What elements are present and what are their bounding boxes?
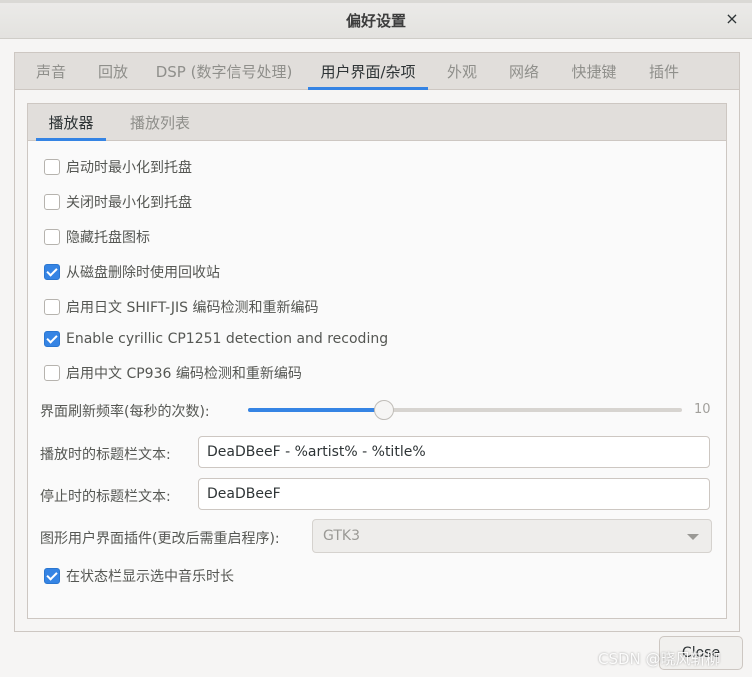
tab-playlist[interactable]: 播放列表: [122, 104, 198, 140]
main-tab-bar: 声音 回放 DSP (数字信号处理) 用户界面/杂项 外观 网络 快捷键 插件: [15, 53, 739, 90]
option-label: 启动时最小化到托盘: [66, 160, 192, 176]
slider-handle[interactable]: [374, 400, 394, 420]
option-use-trash[interactable]: 从磁盘删除时使用回收站: [44, 261, 220, 283]
option-label: 从磁盘删除时使用回收站: [66, 265, 220, 281]
checkbox[interactable]: [44, 299, 60, 315]
checkbox[interactable]: [44, 229, 60, 245]
slider-fill: [248, 408, 383, 412]
checkbox[interactable]: [44, 365, 60, 381]
checkbox[interactable]: [44, 194, 60, 210]
option-label: 关闭时最小化到托盘: [66, 195, 192, 211]
checkbox[interactable]: [44, 159, 60, 175]
option-label: 启用日文 SHIFT-JIS 编码检测和重新编码: [66, 300, 319, 316]
refresh-rate-label: 界面刷新频率(每秒的次数):: [40, 404, 210, 420]
refresh-rate-value: 10: [694, 402, 711, 417]
option-cp1251-recoding[interactable]: Enable cyrillic CP1251 detection and rec…: [44, 328, 388, 350]
refresh-rate-slider[interactable]: [248, 400, 682, 420]
window-title: 偏好设置: [345, 12, 406, 30]
chevron-down-icon: [687, 534, 699, 540]
checkbox-checked[interactable]: [44, 264, 60, 280]
option-label: 在状态栏显示选中音乐时长: [66, 569, 234, 585]
option-shift-jis-recoding[interactable]: 启用日文 SHIFT-JIS 编码检测和重新编码: [44, 296, 319, 318]
option-status-bar-duration[interactable]: 在状态栏显示选中音乐时长: [44, 565, 234, 587]
checkbox-checked[interactable]: [44, 568, 60, 584]
tab-playback[interactable]: 回放: [87, 53, 139, 89]
inner-tab-bar: 播放器 播放列表: [28, 104, 726, 141]
tab-appearance[interactable]: 外观: [437, 53, 487, 89]
playing-title-input[interactable]: [198, 436, 710, 468]
stopped-title-input[interactable]: [198, 478, 710, 510]
tab-dsp[interactable]: DSP (数字信号处理): [149, 53, 299, 89]
option-label: 隐藏托盘图标: [66, 230, 150, 246]
gui-plugin-value: GTK3: [323, 528, 360, 544]
close-window-icon[interactable]: ×: [722, 8, 742, 28]
gui-plugin-label: 图形用户界面插件(更改后需重启程序):: [40, 531, 280, 547]
preferences-window: 偏好设置 × 声音 回放 DSP (数字信号处理) 用户界面/杂项 外观 网络 …: [0, 0, 752, 677]
title-bar-top-strip: [0, 0, 752, 3]
option-label: Enable cyrillic CP1251 detection and rec…: [66, 331, 389, 347]
option-minimize-on-startup[interactable]: 启动时最小化到托盘: [44, 156, 192, 178]
checkbox-checked[interactable]: [44, 331, 60, 347]
gui-plugin-select[interactable]: GTK3: [312, 519, 712, 553]
option-cp936-recoding[interactable]: 启用中文 CP936 编码检测和重新编码: [44, 362, 302, 384]
tab-plugins[interactable]: 插件: [639, 53, 689, 89]
tab-gui-misc[interactable]: 用户界面/杂项: [308, 53, 428, 90]
playing-title-label: 播放时的标题栏文本:: [40, 447, 171, 463]
tab-hotkeys[interactable]: 快捷键: [561, 53, 627, 89]
option-minimize-on-close[interactable]: 关闭时最小化到托盘: [44, 191, 192, 213]
tab-player[interactable]: 播放器: [36, 104, 106, 141]
title-bar: 偏好设置 ×: [0, 0, 752, 39]
watermark-text: CSDN @晓风斩柳: [598, 650, 721, 668]
tab-network[interactable]: 网络: [499, 53, 549, 89]
tab-sound[interactable]: 声音: [25, 53, 77, 89]
stopped-title-label: 停止时的标题栏文本:: [40, 489, 171, 505]
option-label: 启用中文 CP936 编码检测和重新编码: [66, 366, 302, 382]
option-hide-tray-icon[interactable]: 隐藏托盘图标: [44, 226, 150, 248]
